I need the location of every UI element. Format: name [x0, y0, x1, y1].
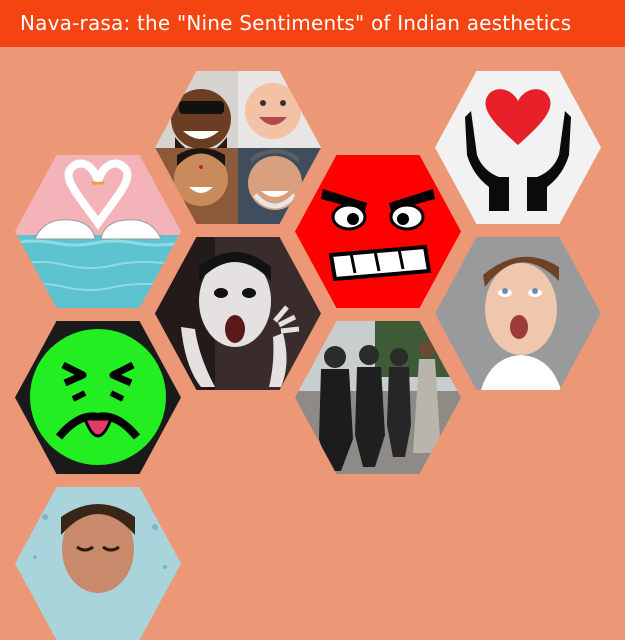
compassion-tile: [435, 71, 601, 224]
disgusted-face-emoji-icon: [15, 321, 181, 474]
frightened-face-icon: [155, 237, 321, 390]
title-bar: Nava-rasa: the "Nine Sentiments" of Indi…: [0, 0, 625, 47]
disgust-tile: [15, 321, 181, 474]
protester-facing-police-icon: [295, 321, 461, 474]
love-tile: [15, 155, 181, 308]
hands-holding-heart-icon: [435, 71, 601, 224]
laughing-faces-collage-icon: [155, 71, 321, 224]
astonished-boy-icon: [435, 237, 601, 390]
laughing-faces-tile: [155, 71, 321, 224]
angry-face-emoji-icon: [295, 155, 461, 308]
wonder-tile: [435, 237, 601, 390]
swans-heart-icon: [15, 155, 181, 308]
courage-tile: [295, 321, 461, 474]
peace-tile: [15, 487, 181, 640]
anger-tile: [295, 155, 461, 308]
meditating-face-icon: [15, 487, 181, 640]
fear-tile: [155, 237, 321, 390]
page-title: Nava-rasa: the "Nine Sentiments" of Indi…: [20, 11, 572, 35]
